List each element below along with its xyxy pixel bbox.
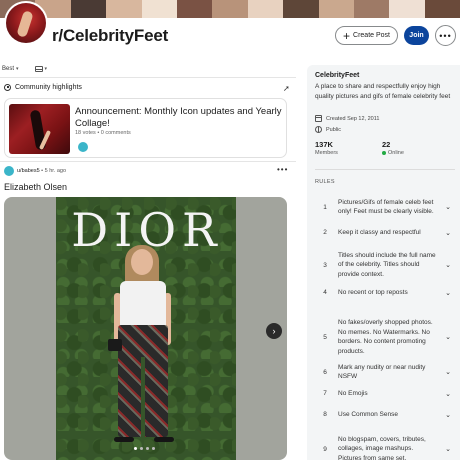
chevron-down-icon[interactable]: ⌄ — [437, 203, 451, 211]
rule-number: 4 — [323, 289, 327, 296]
chevron-down-icon[interactable]: ⌄ — [437, 229, 451, 237]
rule-item[interactable]: 6 Mark any nudity or near nudity NSFW ⌄ — [315, 362, 455, 382]
post-title[interactable]: Elizabeth Olsen — [4, 182, 67, 192]
rule-item[interactable]: 9 No blogspam, covers, tributes, collages… — [315, 429, 455, 460]
chevron-down-icon: ▾ — [44, 66, 48, 72]
chevron-down-icon: ▾ — [16, 66, 19, 72]
rule-item[interactable]: 3 Titles should include the full name of … — [315, 250, 455, 280]
rule-number: 8 — [323, 411, 327, 418]
banner-tile — [212, 0, 248, 18]
chevron-down-icon[interactable]: ⌄ — [437, 390, 451, 398]
post-image[interactable]: DIOR › — [4, 197, 287, 460]
rule-number: 9 — [323, 445, 327, 453]
view-layout-icon — [34, 66, 43, 72]
divider — [0, 161, 296, 162]
banner-tile — [106, 0, 142, 18]
author-avatar — [78, 142, 88, 152]
banner-tile — [283, 0, 319, 18]
post-author[interactable]: u/babes5 — [17, 168, 40, 174]
highlights-icon — [4, 84, 11, 91]
chevron-down-icon[interactable]: ⌄ — [437, 411, 451, 419]
plus-icon: + — [343, 28, 351, 43]
rule-number: 6 — [323, 368, 327, 376]
online-status-icon — [382, 151, 386, 155]
rule-item[interactable]: 5 No fakes/overly shopped photos. No meme… — [315, 317, 455, 357]
community-highlights-header: Community highlights — [4, 84, 82, 91]
divider — [0, 77, 296, 78]
rule-text: Use Common Sense — [338, 410, 398, 418]
rule-item[interactable]: 8 Use Common Sense ⌄ — [315, 408, 455, 421]
rule-number: 2 — [323, 229, 327, 236]
create-post-label: Create Post — [353, 32, 390, 39]
rule-text: No Emojis — [338, 389, 368, 397]
rules-heading: RULES — [315, 179, 335, 185]
chevron-down-icon[interactable]: ⌄ — [437, 445, 451, 453]
rule-item[interactable]: 7 No Emojis ⌄ — [315, 387, 455, 400]
created-row: Created Sep 12, 2011 — [315, 115, 379, 122]
rule-item[interactable]: 4 No recent or top reposts ⌄ — [315, 286, 455, 299]
rule-text: No recent or top reposts — [338, 288, 408, 296]
carousel-next-button[interactable]: › — [266, 323, 282, 339]
pin-icon[interactable]: ➚ — [283, 84, 290, 93]
community-avatar — [4, 1, 48, 45]
post-author-avatar[interactable] — [4, 166, 14, 176]
rule-text: Keep it classy and respectful — [338, 228, 421, 236]
banner-tile — [70, 0, 107, 18]
rule-item[interactable]: 1 Pictures/Gifs of female celeb feet only… — [315, 192, 455, 222]
rule-text: Titles should include the full name of t… — [338, 251, 436, 278]
post-age: • 5 hr. ago — [41, 168, 67, 174]
sort-bar: Best ▾ ▾ — [2, 66, 47, 72]
subreddit-title: r/CelebrityFeet — [52, 26, 169, 45]
online-count: 22 — [382, 140, 391, 149]
created-date: Created Sep 12, 2011 — [326, 115, 380, 122]
more-options-button[interactable]: ••• — [435, 25, 456, 46]
highlight-meta: 18 votes • 0 comments — [75, 130, 131, 136]
post-options-button[interactable]: ••• — [277, 165, 288, 174]
chevron-down-icon[interactable]: ⌄ — [437, 333, 451, 341]
rule-text: Mark any nudity or near nudity NSFW — [338, 363, 426, 381]
rule-number: 3 — [323, 261, 327, 269]
rule-text: No fakes/overly shopped photos. No memes… — [338, 319, 433, 355]
banner-tile — [424, 0, 460, 18]
highlights-heading: Community highlights — [15, 84, 82, 91]
carousel-indicator — [134, 447, 155, 450]
highlight-thumbnail — [9, 104, 70, 154]
highlight-title[interactable]: Announcement: Monthly Icon updates and Y… — [75, 106, 285, 130]
rule-number: 5 — [323, 333, 327, 341]
rule-number: 7 — [323, 390, 327, 397]
community-banner — [0, 0, 460, 18]
members-count: 137K — [315, 140, 333, 149]
join-button[interactable]: Join — [404, 26, 429, 45]
view-dropdown[interactable]: ▾ — [34, 66, 48, 72]
rule-text: Pictures/Gifs of female celeb feet only!… — [338, 198, 434, 216]
banner-tile — [353, 0, 390, 18]
sidebar-community-name: CelebrityFeet — [315, 72, 360, 79]
calendar-icon — [315, 115, 322, 122]
globe-icon — [315, 126, 322, 133]
members-label: Members — [315, 150, 338, 156]
sidebar-description: A place to share and respectfully enjoy … — [315, 83, 451, 100]
divider — [315, 169, 455, 170]
community-sidebar: CelebrityFeet A place to share and respe… — [307, 65, 460, 460]
banner-tile — [318, 0, 354, 18]
rule-text: No blogspam, covers, tributes, collages,… — [338, 435, 426, 460]
visibility-row: Public — [315, 126, 341, 133]
sort-dropdown[interactable]: Best ▾ — [2, 66, 19, 72]
visibility-label: Public — [326, 126, 341, 133]
rule-item[interactable]: 2 Keep it classy and respectful ⌄ — [315, 226, 455, 239]
banner-tile — [141, 0, 177, 18]
post-meta: u/babes5 • 5 hr. ago — [17, 168, 66, 174]
banner-tile — [176, 0, 213, 18]
banner-tile — [247, 0, 284, 18]
chevron-down-icon[interactable]: ⌄ — [437, 289, 451, 297]
sort-value: Best — [2, 66, 15, 72]
banner-tile — [389, 0, 425, 18]
chevron-down-icon[interactable]: ⌄ — [437, 261, 451, 269]
rule-number: 1 — [323, 203, 327, 211]
highlight-card[interactable]: Announcement: Monthly Icon updates and Y… — [4, 98, 287, 158]
online-label: Online — [382, 150, 404, 156]
create-post-button[interactable]: + Create Post — [335, 26, 398, 45]
chevron-down-icon[interactable]: ⌄ — [437, 368, 451, 376]
